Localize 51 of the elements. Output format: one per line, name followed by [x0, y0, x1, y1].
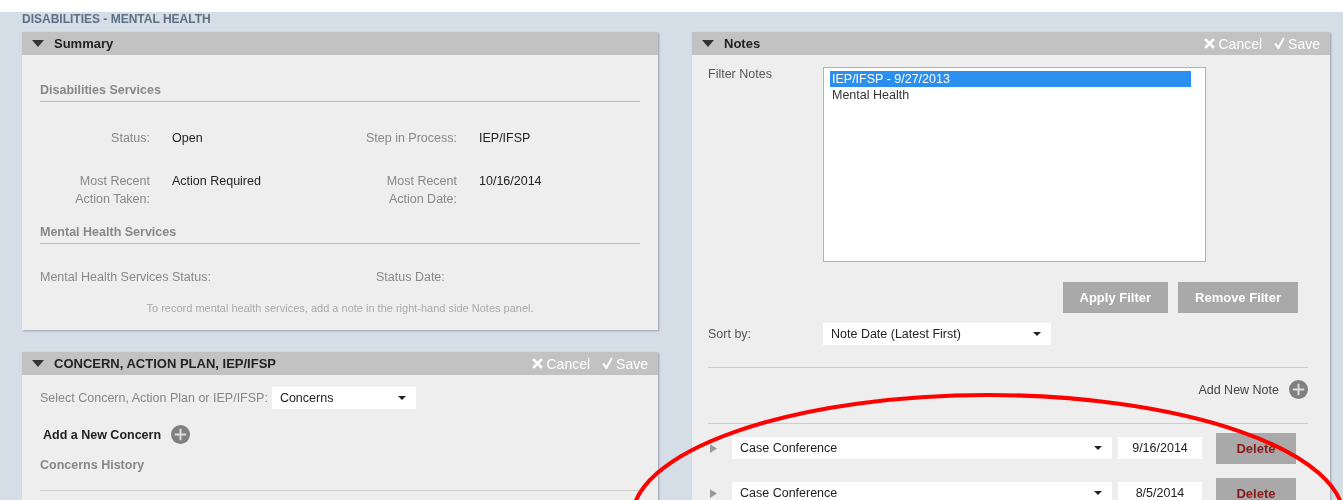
apply-filter-button[interactable]: Apply Filter — [1062, 282, 1168, 313]
select-label: Select Concern, Action Plan or IEP/IFSP: — [40, 391, 268, 405]
expand-icon[interactable] — [710, 488, 717, 498]
close-icon — [1204, 38, 1216, 49]
caret-icon[interactable] — [702, 39, 714, 48]
add-note-label: Add New Note — [1198, 382, 1279, 397]
add-icon[interactable] — [1289, 380, 1308, 399]
field-value: Open — [172, 130, 204, 147]
sort-dropdown[interactable]: Note Date (Latest First) — [823, 323, 1051, 345]
field-label: Most Recent Action Date: — [385, 173, 457, 208]
panel-title: Summary — [54, 36, 114, 51]
filter-listbox[interactable]: IEP/IFSP - 9/27/2013 Mental Health — [823, 67, 1206, 262]
panel-title: CONCERN, ACTION PLAN, IEP/IFSP — [54, 356, 276, 371]
caret-icon[interactable] — [32, 39, 44, 48]
section-heading: Concerns History — [40, 458, 146, 474]
dropdown-caret-icon — [1094, 445, 1102, 451]
list-option[interactable]: Mental Health — [830, 87, 1191, 103]
checkmark-icon — [1274, 38, 1286, 49]
note-type-dropdown[interactable]: Case Conference — [732, 482, 1112, 500]
delete-button[interactable]: Delete — [1216, 432, 1296, 464]
field-label: Mental Health Services Status: — [40, 270, 212, 284]
field-label: Status: — [110, 130, 150, 147]
page-title: DISABILITIES - MENTAL HEALTH — [22, 13, 211, 25]
section-heading: Disabilities Services — [40, 83, 640, 102]
date-field[interactable]: 9/16/2014 — [1118, 437, 1202, 459]
dropdown-caret-icon — [397, 395, 406, 401]
add-icon[interactable] — [171, 425, 191, 444]
close-icon — [532, 358, 544, 369]
field-label: Status Date: — [376, 270, 445, 284]
field-value: 10/16/2014 — [479, 173, 543, 190]
filter-label: Filter Notes — [708, 67, 773, 81]
sort-label: Sort by: — [708, 327, 753, 341]
expand-icon[interactable] — [710, 443, 717, 453]
caret-icon[interactable] — [32, 359, 44, 368]
field-label: Most Recent Action Taken: — [74, 173, 150, 208]
concern-dropdown[interactable]: Concerns — [271, 387, 416, 409]
field-label: Step in Process: — [365, 130, 457, 147]
note-type-dropdown[interactable]: Case Conference — [732, 437, 1112, 459]
section-heading: Mental Health Services — [40, 225, 640, 244]
add-concern-label: Add a New Concern — [43, 427, 162, 442]
dropdown-caret-icon — [1094, 490, 1102, 496]
panel-title: Notes — [724, 36, 761, 51]
date-field[interactable]: 8/5/2014 — [1118, 482, 1202, 500]
field-value: Action Required — [172, 173, 262, 190]
hint-text: To record mental health services, add a note in the right-hand side Notes panel. — [145, 302, 535, 314]
field-value: IEP/IFSP — [479, 130, 532, 147]
checkmark-icon — [602, 358, 614, 369]
list-option[interactable]: IEP/IFSP - 9/27/2013 — [830, 71, 1191, 87]
remove-filter-button[interactable]: Remove Filter — [1178, 282, 1298, 313]
dropdown-caret-icon — [1033, 331, 1041, 337]
delete-button[interactable]: Delete — [1216, 477, 1296, 500]
